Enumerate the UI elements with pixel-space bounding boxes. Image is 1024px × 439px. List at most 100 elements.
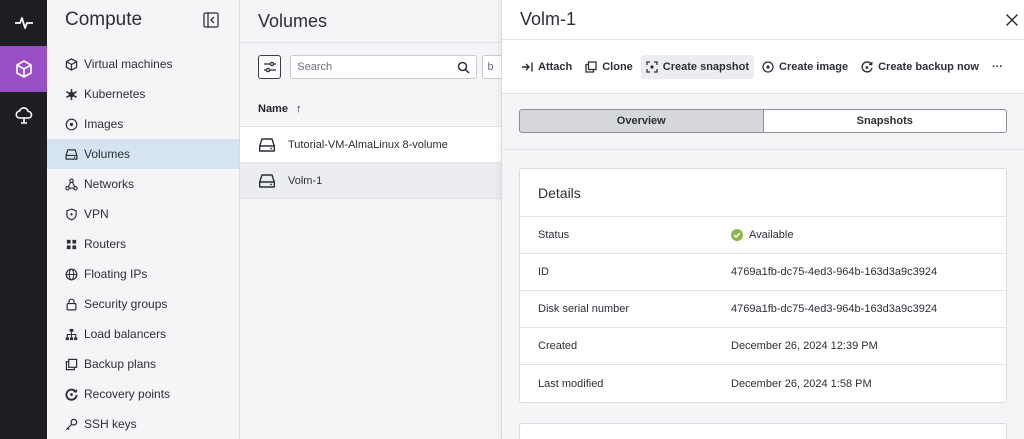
icon-rail (0, 0, 47, 439)
row-name: Volm-1 (288, 174, 323, 187)
disc-icon (65, 118, 78, 131)
sidebar-header: Compute (47, 0, 239, 40)
search-box (290, 55, 478, 79)
table-header: Name ↑ (240, 91, 502, 127)
more-actions-button[interactable]: ··· (987, 55, 1008, 79)
sidebar-item-load-balancers[interactable]: Load balancers (47, 319, 239, 349)
sidebar-item-recovery-points[interactable]: Recovery points (47, 379, 239, 409)
hard-drive-icon (259, 137, 275, 152)
clone-label: Clone (602, 60, 633, 73)
sidebar-item-kubernetes[interactable]: Kubernetes (47, 79, 239, 109)
shield-icon (65, 207, 78, 221)
list-toolbar: b (240, 43, 502, 91)
sidebar-item-volumes[interactable]: Volumes (47, 139, 239, 169)
sidebar-item-label: Networks (84, 177, 135, 191)
router-icon (65, 238, 78, 251)
truncated-control[interactable]: b (482, 55, 502, 79)
sidebar: Compute Virtual machines Kubernetes Imag… (47, 0, 240, 439)
next-card (519, 423, 1007, 439)
check-circle-icon (731, 229, 743, 241)
sidebar-item-floating-ips[interactable]: Floating IPs (47, 259, 239, 289)
cloud-icon (15, 107, 32, 124)
view-tabs: Overview Snapshots (519, 94, 1007, 133)
search-input[interactable] (297, 61, 448, 73)
detail-row-status: Status Available (520, 217, 1006, 254)
detail-header: Volm-1 (502, 0, 1024, 40)
sidebar-item-security-groups[interactable]: Security groups (47, 289, 239, 319)
sidebar-item-label: Floating IPs (84, 267, 148, 281)
sidebar-item-networks[interactable]: Networks (47, 169, 239, 199)
page-title: Volumes (240, 0, 502, 43)
image-icon (762, 60, 774, 73)
backup-icon (861, 60, 873, 73)
volume-detail-panel: Volm-1 Attach Clone Create snapshot Crea… (501, 0, 1024, 439)
attach-icon (522, 62, 533, 71)
card-title: Details (520, 169, 1006, 217)
collapse-sidebar-button[interactable] (203, 12, 219, 28)
sidebar-item-backup-plans[interactable]: Backup plans (47, 349, 239, 379)
hard-drive-icon (65, 148, 78, 161)
field-label: Last modified (538, 377, 604, 390)
status-text: Available (749, 229, 794, 241)
clone-button[interactable]: Clone (580, 55, 638, 79)
sidebar-item-label: SSH keys (84, 417, 137, 431)
kubernetes-icon (65, 88, 78, 101)
network-icon (65, 178, 78, 191)
filter-button[interactable] (258, 55, 282, 79)
sidebar-item-label: Backup plans (84, 357, 157, 371)
divider (502, 149, 1024, 150)
attach-label: Attach (538, 60, 573, 73)
create-snapshot-label: Create snapshot (662, 60, 749, 73)
sidebar-item-label: Load balancers (84, 327, 167, 341)
detail-body: Overview Snapshots Details Status Availa… (502, 94, 1024, 439)
rail-activity[interactable] (0, 0, 47, 46)
field-value: December 26, 2024 1:58 PM (731, 377, 872, 390)
box-icon (65, 57, 78, 71)
field-value: 4769a1fb-dc75-4ed3-964b-163d3a9c3924 (731, 266, 938, 278)
sitemap-icon (65, 328, 78, 341)
lock-icon (65, 298, 78, 311)
create-image-button[interactable]: Create image (757, 55, 853, 79)
clone-icon (585, 60, 597, 73)
detail-title: Volm-1 (520, 9, 577, 29)
sidebar-item-label: Virtual machines (84, 57, 173, 71)
sidebar-item-label: Security groups (84, 297, 168, 311)
attach-button[interactable]: Attach (516, 55, 577, 79)
table-row[interactable]: Volm-1 (240, 163, 502, 199)
sidebar-item-ssh-keys[interactable]: SSH keys (47, 409, 239, 439)
history-icon (65, 388, 78, 401)
sidebar-item-images[interactable]: Images (47, 109, 239, 139)
table-row[interactable]: Tutorial-VM-AlmaLinux 8-volume (240, 127, 502, 163)
create-backup-now-button[interactable]: Create backup now (856, 55, 984, 79)
tab-overview[interactable]: Overview (519, 109, 764, 133)
field-label: ID (538, 266, 549, 278)
sidebar-item-virtual-machines[interactable]: Virtual machines (47, 49, 239, 79)
detail-row-disk-serial: Disk serial number 4769a1fb-dc75-4ed3-96… (520, 291, 1006, 328)
sliders-icon (263, 61, 276, 73)
rail-cloud[interactable] (0, 92, 47, 138)
rail-compute[interactable] (0, 46, 47, 92)
action-toolbar: Attach Clone Create snapshot Create imag… (502, 40, 1024, 94)
create-backup-now-label: Create backup now (878, 60, 979, 73)
tab-snapshots[interactable]: Snapshots (763, 109, 1007, 133)
sidebar-title: Compute (65, 9, 143, 30)
sidebar-item-vpn[interactable]: VPN (47, 199, 239, 229)
cube-icon (15, 60, 32, 78)
snapshot-icon (646, 60, 658, 73)
create-snapshot-button[interactable]: Create snapshot (640, 54, 754, 79)
search-icon[interactable] (457, 61, 471, 74)
volumes-list-pane: Volumes b Name ↑ Tutorial-VM-AlmaLinux 8… (240, 0, 502, 439)
field-value: 4769a1fb-dc75-4ed3-964b-163d3a9c3924 (731, 303, 938, 315)
column-name-header[interactable]: Name (258, 103, 288, 115)
sort-arrow-icon[interactable]: ↑ (296, 103, 302, 115)
sidebar-item-label: Images (84, 117, 124, 131)
sidebar-nav: Virtual machines Kubernetes Images Volum… (47, 49, 239, 439)
field-value: December 26, 2024 12:39 PM (731, 340, 878, 352)
detail-row-id: ID 4769a1fb-dc75-4ed3-964b-163d3a9c3924 (520, 254, 1006, 291)
close-icon (1005, 13, 1019, 26)
sidebar-item-routers[interactable]: Routers (47, 229, 239, 259)
sidebar-item-label: VPN (84, 207, 109, 221)
activity-icon (14, 17, 33, 29)
close-button[interactable] (1000, 8, 1024, 32)
create-image-label: Create image (779, 60, 849, 73)
